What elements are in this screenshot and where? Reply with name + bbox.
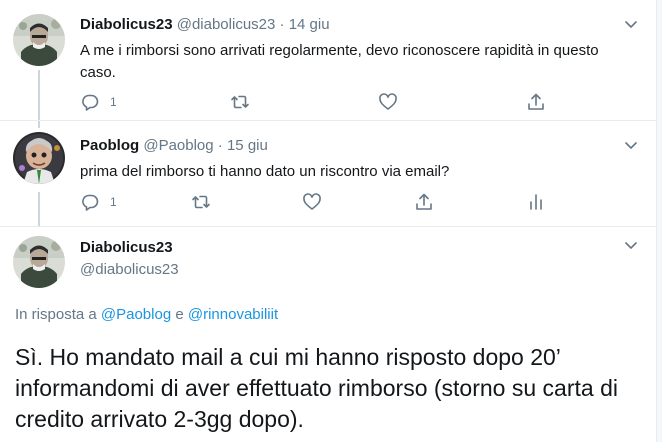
analytics-button[interactable]	[526, 192, 546, 212]
avatar[interactable]	[13, 14, 65, 66]
chevron-down-icon[interactable]	[624, 241, 638, 251]
chevron-down-icon[interactable]	[624, 141, 638, 151]
reply-user-link[interactable]: @Paoblog	[101, 306, 171, 323]
like-icon	[379, 93, 397, 110]
separator: ·	[279, 16, 285, 33]
share-button[interactable]	[414, 192, 434, 212]
retweet-icon	[231, 95, 249, 109]
display-name[interactable]: Diabolicus23	[80, 16, 173, 33]
tweet-date[interactable]: 14 giu	[289, 16, 330, 33]
analytics-icon	[530, 194, 542, 210]
tweet[interactable]: Diabolicus23 @diabolicus23 · 14 giu A me…	[0, 0, 662, 120]
reply-context: In risposta a @Paoblog e @rinnovabiliit	[15, 306, 278, 323]
tweet-text: prima del rimborso ti hanno dato un risc…	[80, 163, 450, 180]
reply-button[interactable]: 1	[80, 192, 117, 212]
user-handle[interactable]: @diabolicus23	[80, 261, 179, 278]
reply-count: 1	[110, 95, 117, 109]
reply-user-link[interactable]: @rinnovabiliit	[188, 306, 278, 323]
retweet-icon	[192, 195, 210, 209]
reply-count: 1	[110, 195, 117, 209]
share-icon	[528, 93, 544, 110]
separator: ·	[217, 137, 223, 154]
reply-button[interactable]: 1	[80, 92, 117, 112]
avatar[interactable]	[13, 132, 65, 184]
user-handle[interactable]: @diabolicus23	[177, 16, 276, 33]
user-handle[interactable]: @Paoblog	[143, 137, 213, 154]
reply-prefix: In risposta a	[15, 306, 97, 323]
display-name[interactable]: Paoblog	[80, 137, 139, 154]
share-button[interactable]	[526, 92, 546, 112]
display-name[interactable]: Diabolicus23	[80, 239, 173, 256]
scrollbar[interactable]	[656, 0, 662, 442]
reply-icon	[82, 194, 99, 211]
tweet-text: A me i rimborsi sono arrivati regolarmen…	[80, 42, 599, 81]
reply-conjunction: e	[175, 306, 184, 323]
share-icon	[416, 193, 432, 210]
action-bar: 1	[80, 92, 560, 112]
retweet-button[interactable]	[230, 92, 250, 112]
like-icon	[303, 193, 321, 210]
tweet[interactable]: Paoblog @Paoblog · 15 giu prima del rimb…	[0, 121, 662, 226]
avatar[interactable]	[13, 236, 65, 288]
retweet-button[interactable]	[191, 192, 211, 212]
chevron-down-icon[interactable]	[624, 20, 638, 30]
tweet-header: Diabolicus23 @diabolicus23 · 14 giu	[80, 16, 330, 33]
tweet-header: Paoblog @Paoblog · 15 giu	[80, 137, 268, 154]
like-button[interactable]	[302, 192, 322, 212]
reply-icon	[82, 94, 99, 111]
action-bar: 1	[80, 192, 560, 212]
like-button[interactable]	[378, 92, 398, 112]
main-tweet-text: Sì. Ho mandato mail a cui mi hanno rispo…	[15, 344, 618, 432]
tweet-date[interactable]: 15 giu	[227, 137, 268, 154]
